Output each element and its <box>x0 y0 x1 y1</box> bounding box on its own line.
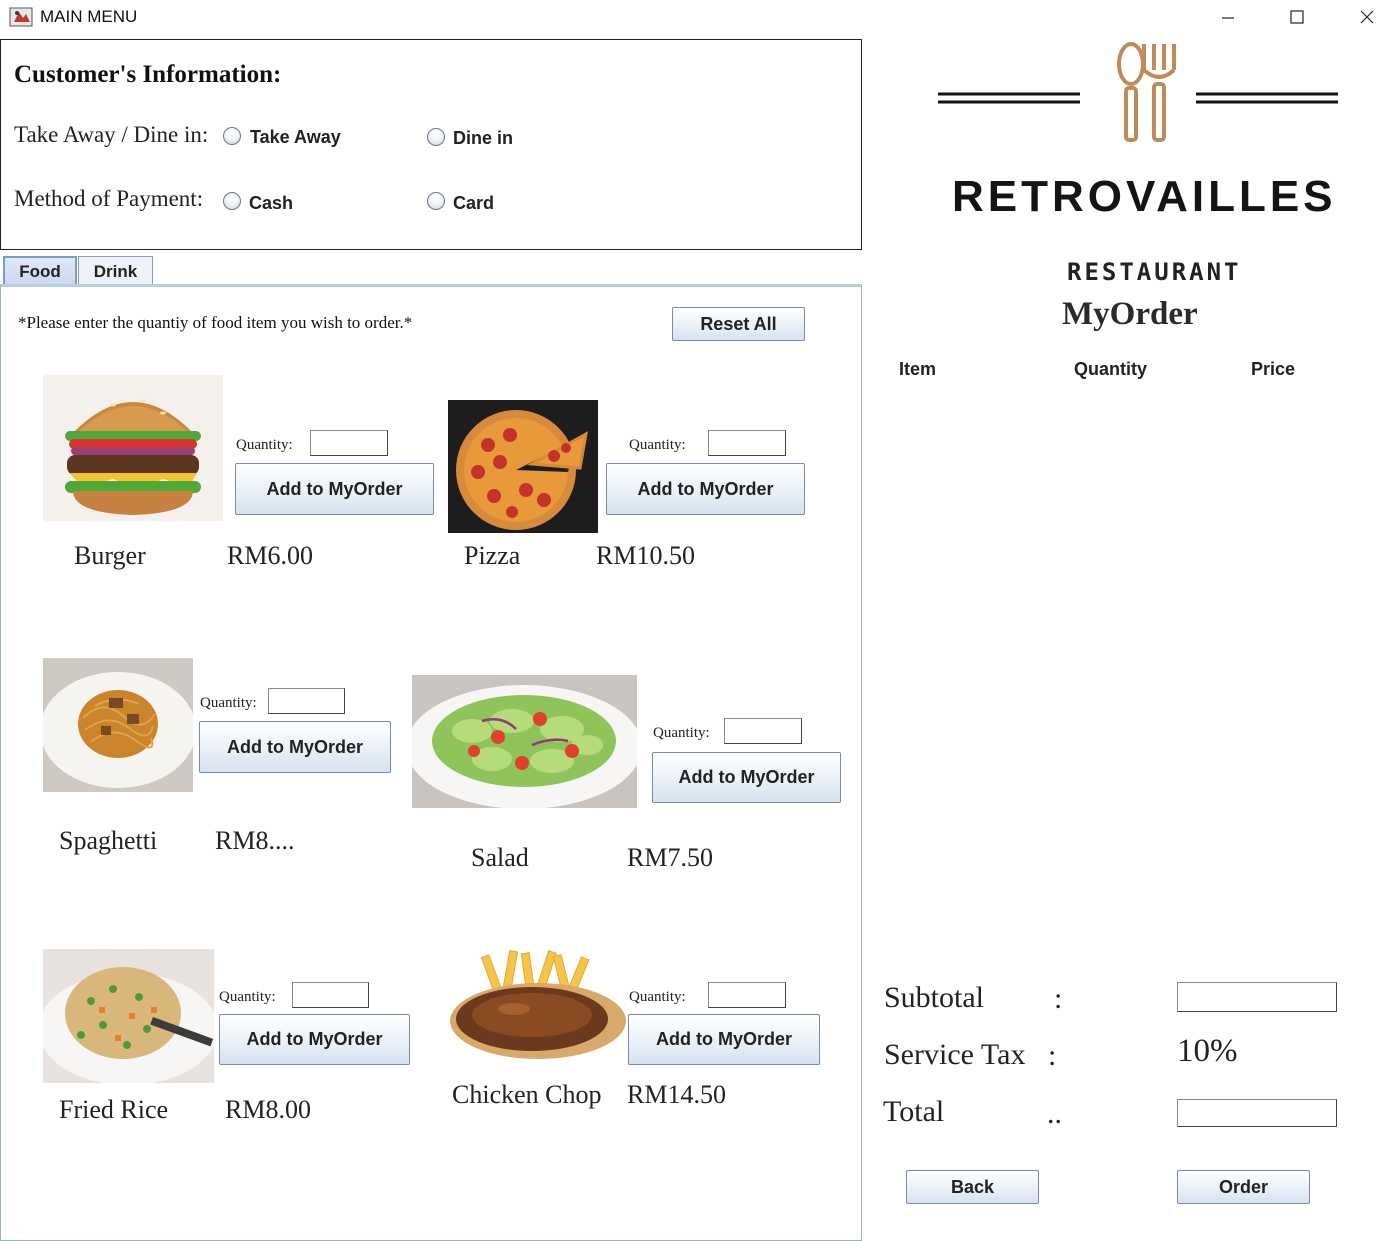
spaghetti-add-button[interactable]: Add to MyOrder <box>199 721 391 773</box>
pizza-quantity-input[interactable] <box>708 430 786 456</box>
total-label: Total <box>883 1095 945 1128</box>
chicken-chop-quantity-label: Quantity: <box>629 989 686 1005</box>
spaghetti-name: Spaghetti <box>59 826 158 855</box>
salad-name: Salad <box>471 843 529 872</box>
cash-radio[interactable] <box>223 192 241 210</box>
minimize-icon[interactable] <box>1210 4 1246 30</box>
card-label[interactable]: Card <box>453 193 494 214</box>
order-column-price: Price <box>1251 359 1296 379</box>
service-tax-separator: : <box>1048 1039 1057 1072</box>
payment-label: Method of Payment: <box>14 186 204 211</box>
reset-all-button[interactable]: Reset All <box>672 307 805 341</box>
burger-quantity-label: Quantity: <box>236 437 293 453</box>
tab-drink[interactable]: Drink <box>78 256 153 286</box>
pizza-image <box>448 400 598 533</box>
window-title: MAIN MENU <box>40 7 138 26</box>
burger-name: Burger <box>74 541 146 570</box>
spaghetti-image <box>43 658 193 792</box>
dine-in-label[interactable]: Dine in <box>453 128 513 149</box>
service-tax-label: Service Tax <box>884 1038 1026 1071</box>
service-tax-value: 10% <box>1177 1033 1238 1069</box>
take-away-label[interactable]: Take Away <box>250 127 341 148</box>
fried-rice-add-button[interactable]: Add to MyOrder <box>219 1014 410 1065</box>
pizza-name: Pizza <box>464 541 521 570</box>
fried-rice-image <box>43 949 214 1083</box>
java-app-icon <box>9 6 33 28</box>
close-icon[interactable] <box>1349 4 1385 30</box>
order-column-quantity: Quantity <box>1074 359 1148 379</box>
subtotal-label: Subtotal <box>884 981 985 1014</box>
customer-info-heading: Customer's Information: <box>14 61 282 88</box>
spaghetti-quantity-input[interactable] <box>268 688 345 714</box>
fried-rice-quantity-input[interactable] <box>292 982 369 1008</box>
food-instruction: *Please enter the quantiy of food item y… <box>18 313 413 332</box>
take-away-radio[interactable] <box>223 127 241 145</box>
pizza-price: RM10.50 <box>596 541 695 570</box>
order-button[interactable]: Order <box>1177 1170 1310 1204</box>
pizza-add-button[interactable]: Add to MyOrder <box>606 463 805 515</box>
card-radio[interactable] <box>427 192 445 210</box>
salad-image <box>412 675 637 808</box>
salad-price: RM7.50 <box>627 843 713 872</box>
order-column-item: Item <box>899 359 937 379</box>
tab-food[interactable]: Food <box>3 256 77 286</box>
burger-price: RM6.00 <box>227 541 313 570</box>
restaurant-logo <box>937 40 1339 145</box>
burger-image <box>43 375 223 521</box>
burger-add-button[interactable]: Add to MyOrder <box>235 463 434 515</box>
spaghetti-quantity-label: Quantity: <box>200 695 257 711</box>
cash-label[interactable]: Cash <box>249 193 293 214</box>
burger-quantity-input[interactable] <box>310 430 388 456</box>
myorder-title: MyOrder <box>1062 296 1198 332</box>
title-bar <box>0 0 1399 36</box>
fried-rice-name: Fried Rice <box>59 1095 169 1124</box>
chicken-chop-quantity-input[interactable] <box>708 982 786 1008</box>
subtotal-separator: : <box>1054 982 1063 1015</box>
chicken-chop-image <box>448 949 628 1059</box>
brand-name: RETROVAILLES <box>952 172 1337 221</box>
spaghetti-price: RM8.... <box>215 826 295 855</box>
chicken-chop-price: RM14.50 <box>627 1080 726 1109</box>
dine-in-radio[interactable] <box>427 128 445 146</box>
fried-rice-price: RM8.00 <box>225 1095 311 1124</box>
order-type-label: Take Away / Dine in: <box>14 122 209 147</box>
maximize-icon[interactable] <box>1279 4 1315 30</box>
salad-quantity-input[interactable] <box>724 718 802 744</box>
total-field[interactable] <box>1177 1099 1337 1127</box>
chicken-chop-name: Chicken Chop <box>452 1080 602 1109</box>
back-button[interactable]: Back <box>906 1170 1039 1204</box>
total-separator: .. <box>1047 1097 1062 1130</box>
subtotal-field[interactable] <box>1177 982 1337 1012</box>
salad-quantity-label: Quantity: <box>653 725 710 741</box>
pizza-quantity-label: Quantity: <box>629 437 686 453</box>
brand-subtitle: RESTAURANT <box>1067 258 1242 286</box>
fried-rice-quantity-label: Quantity: <box>219 989 276 1005</box>
chicken-chop-add-button[interactable]: Add to MyOrder <box>628 1014 820 1065</box>
salad-add-button[interactable]: Add to MyOrder <box>652 752 841 803</box>
